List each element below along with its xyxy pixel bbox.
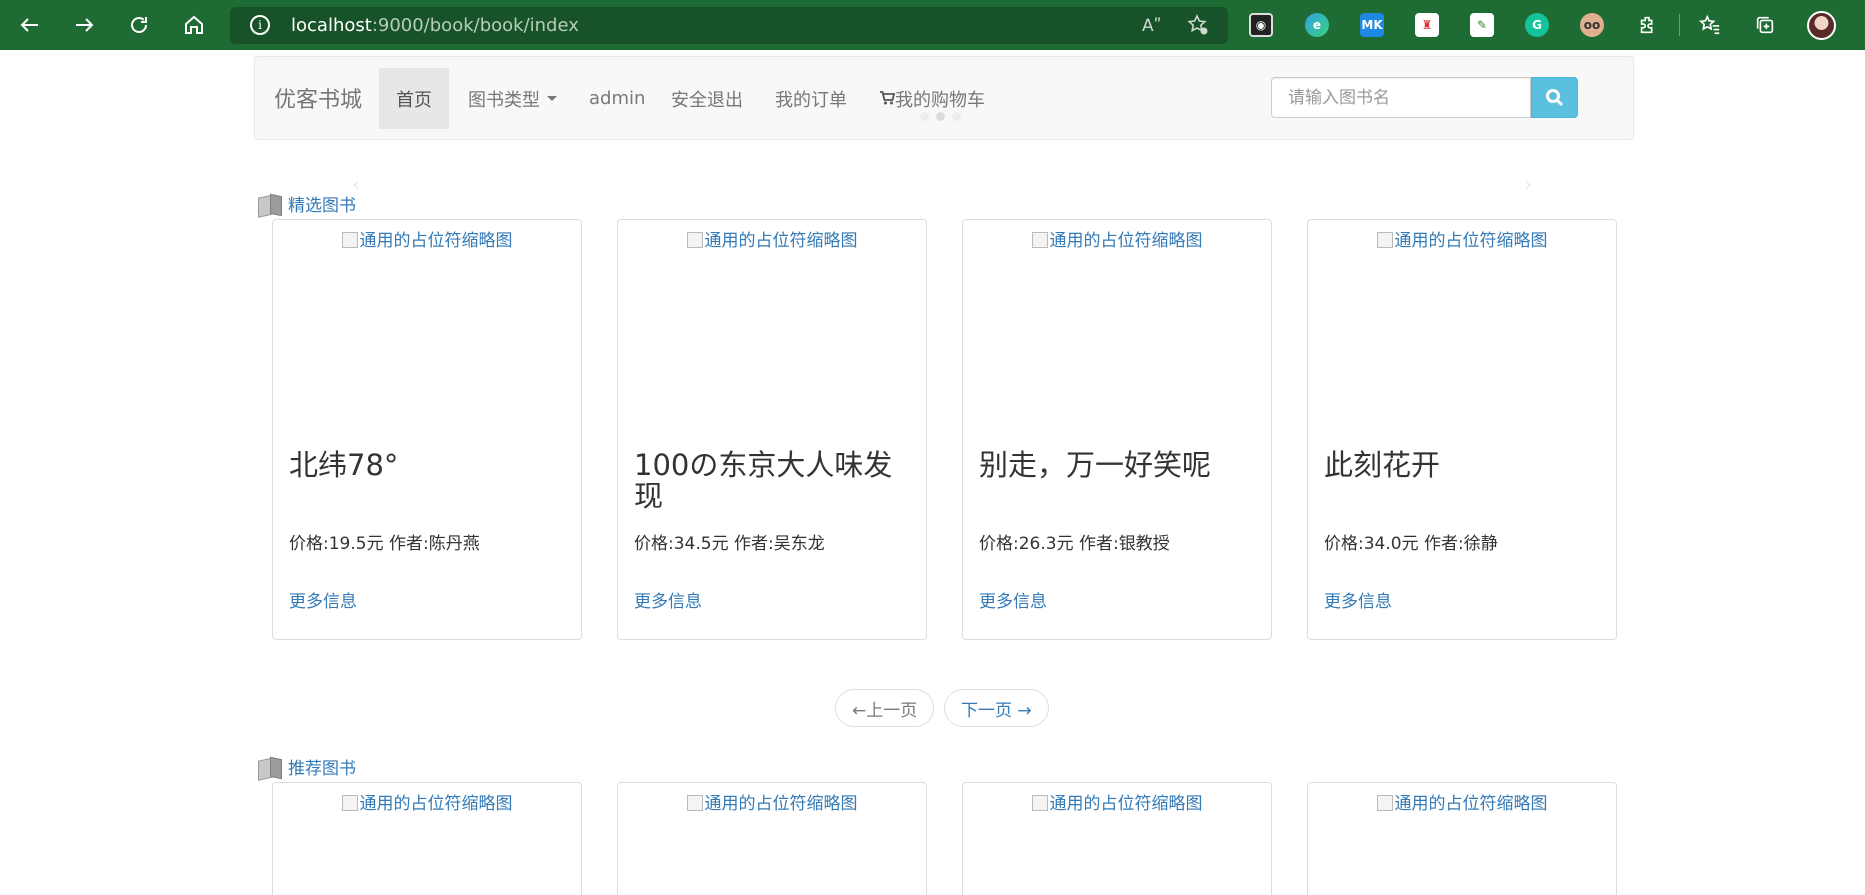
back-arrow-icon xyxy=(20,18,38,32)
more-info-link[interactable]: 更多信息 xyxy=(979,587,1047,612)
refresh-icon xyxy=(131,17,147,33)
book-card: 通用的占位符缩略图 xyxy=(272,782,582,895)
book-thumbnail[interactable]: 通用的占位符缩略图 xyxy=(618,226,926,251)
site-brand[interactable]: 优客书城 xyxy=(274,82,362,114)
book-thumbnail[interactable]: 通用的占位符缩略图 xyxy=(963,789,1271,814)
book-title: 北纬78° xyxy=(289,448,399,482)
nav-home[interactable]: 首页 xyxy=(379,68,449,129)
url-text[interactable]: localhost:9000/book/book/index xyxy=(291,15,579,36)
book-price-author: 价格:34.0元 作者:徐静 xyxy=(1324,534,1498,554)
carousel-dot[interactable] xyxy=(936,112,945,121)
book-thumbnail[interactable]: 通用的占位符缩略图 xyxy=(273,226,581,251)
book-price-author: 价格:26.3元 作者:银教授 xyxy=(979,534,1170,554)
book-title: 别走，万一好笑呢 xyxy=(979,448,1212,482)
book-thumbnail[interactable]: 通用的占位符缩略图 xyxy=(963,226,1271,251)
carousel-dot[interactable] xyxy=(952,112,961,121)
book-thumbnail[interactable]: 通用的占位符缩略图 xyxy=(1308,226,1616,251)
book-card: 通用的占位符缩略图 xyxy=(617,782,927,895)
favorites-icon[interactable] xyxy=(1696,11,1724,39)
browser-toolbar: i localhost:9000/book/book/index Aʺ ◉ e … xyxy=(0,0,1865,50)
site-info-icon[interactable]: i xyxy=(250,15,270,35)
more-info-link[interactable]: 更多信息 xyxy=(1324,587,1392,612)
book-card: 通用的占位符缩略图 100の东京大人味发现 价格:34.5元 作者:吴东龙 更多… xyxy=(617,219,927,640)
site-navbar: 优客书城 首页 图书类型 admin 安全退出 我的订单 我的购物车 xyxy=(254,56,1634,140)
more-info-link[interactable]: 更多信息 xyxy=(289,587,357,612)
book-card: 通用的占位符缩略图 此刻花开 价格:34.0元 作者:徐静 更多信息 xyxy=(1307,219,1617,640)
book-price-author: 价格:19.5元 作者:陈丹燕 xyxy=(289,534,480,554)
back-button[interactable] xyxy=(12,7,48,43)
nav-my-orders[interactable]: 我的订单 xyxy=(758,68,864,129)
nav-book-types-dropdown[interactable]: 图书类型 xyxy=(451,68,574,129)
extension-red-icon[interactable]: ♜ xyxy=(1415,13,1439,37)
extension-glasses-icon[interactable]: ◉ xyxy=(1249,13,1273,37)
caret-down-icon xyxy=(547,96,557,101)
books-icon xyxy=(256,192,282,216)
more-info-link[interactable]: 更多信息 xyxy=(634,587,702,612)
prev-page-button[interactable]: ←上一页 xyxy=(835,689,935,727)
grammarly-icon[interactable]: G xyxy=(1525,13,1549,37)
book-thumbnail[interactable]: 通用的占位符缩略图 xyxy=(618,789,926,814)
search-icon xyxy=(1545,88,1563,106)
forward-arrow-icon xyxy=(76,18,94,32)
carousel-indicators xyxy=(920,112,961,121)
book-card: 通用的占位符缩略图 北纬78° 价格:19.5元 作者:陈丹燕 更多信息 xyxy=(272,219,582,640)
book-price-author: 价格:34.5元 作者:吴东龙 xyxy=(634,534,825,554)
carousel-dot[interactable] xyxy=(920,112,929,121)
nav-admin[interactable]: admin xyxy=(572,68,662,129)
book-card: 通用的占位符缩略图 xyxy=(962,782,1272,895)
books-icon xyxy=(256,755,282,779)
extension-green-icon[interactable]: ✎ xyxy=(1470,13,1494,37)
shopping-cart-icon xyxy=(879,88,896,109)
book-thumbnail[interactable]: 通用的占位符缩略图 xyxy=(273,789,581,814)
carousel-next-icon[interactable]: › xyxy=(1524,172,1532,196)
book-card: 通用的占位符缩略图 xyxy=(1307,782,1617,895)
forward-button[interactable] xyxy=(66,7,102,43)
nav-logout[interactable]: 安全退出 xyxy=(654,68,760,129)
home-icon xyxy=(185,15,203,34)
extension-mk-icon[interactable]: MK xyxy=(1360,13,1384,37)
next-page-button[interactable]: 下一页 → xyxy=(944,689,1049,727)
search-button[interactable] xyxy=(1531,77,1578,118)
book-search-input[interactable] xyxy=(1271,77,1531,118)
add-favorite-icon[interactable] xyxy=(1186,13,1210,41)
read-aloud-icon[interactable]: Aʺ xyxy=(1142,16,1161,36)
extension-face-icon[interactable]: oo xyxy=(1580,13,1604,37)
book-title: 100の东京大人味发现 xyxy=(634,448,893,513)
profile-avatar[interactable] xyxy=(1807,11,1836,40)
book-title: 此刻花开 xyxy=(1324,448,1441,482)
featured-section-title[interactable]: 精选图书 xyxy=(288,191,356,216)
collections-icon[interactable] xyxy=(1751,11,1779,39)
address-bar[interactable]: i localhost:9000/book/book/index Aʺ xyxy=(230,7,1228,44)
extensions-puzzle-icon[interactable] xyxy=(1634,11,1662,39)
home-button[interactable] xyxy=(176,7,212,43)
edge-icon[interactable]: e xyxy=(1305,13,1329,37)
toolbar-divider xyxy=(1679,14,1680,36)
recommended-section-title[interactable]: 推荐图书 xyxy=(288,754,356,779)
refresh-button[interactable] xyxy=(121,7,157,43)
featured-section-header: 精选图书 xyxy=(256,191,356,216)
book-card: 通用的占位符缩略图 别走，万一好笑呢 价格:26.3元 作者:银教授 更多信息 xyxy=(962,219,1272,640)
recommended-section-header: 推荐图书 xyxy=(256,754,356,779)
book-thumbnail[interactable]: 通用的占位符缩略图 xyxy=(1308,789,1616,814)
